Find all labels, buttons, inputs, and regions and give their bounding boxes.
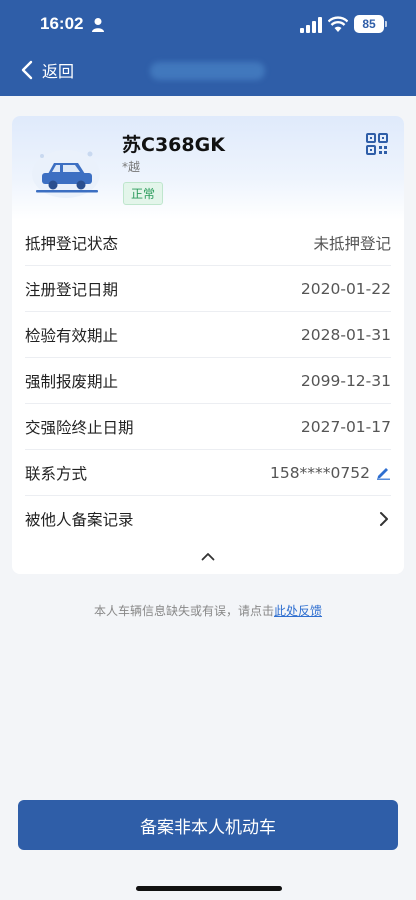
row-label: 被他人备案记录: [25, 511, 134, 529]
row-inspection-expiry: 检验有效期止 2028-01-31: [25, 312, 391, 358]
row-label: 抵押登记状态: [25, 234, 119, 253]
row-label: 联系方式: [25, 464, 88, 483]
edit-pen-icon[interactable]: [376, 465, 391, 480]
top-bar: 16:02 85 返回: [0, 0, 416, 96]
row-label: 强制报废期止: [25, 372, 119, 391]
status-time: 16:02: [40, 14, 84, 33]
collapse-toggle[interactable]: [12, 542, 404, 570]
back-button[interactable]: 返回: [20, 56, 74, 84]
vehicle-card: 苏C368GK *越 正常 抵押登记状态 未抵押登记 注册登记日期 2020-0…: [12, 116, 404, 574]
qr-code-icon[interactable]: [366, 133, 388, 155]
wifi-icon: [328, 16, 348, 32]
row-label: 注册登记日期: [25, 280, 119, 299]
status-badge: 正常: [123, 182, 164, 205]
row-value: 2027-01-17: [300, 417, 391, 436]
row-mortgage-status: 抵押登记状态 未抵押登记: [25, 220, 391, 266]
row-scrap-deadline: 强制报废期止 2099-12-31: [25, 358, 391, 404]
register-other-vehicle-button[interactable]: 备案非本人机动车: [18, 800, 398, 850]
car-illustration-icon: [32, 150, 100, 198]
feedback-link[interactable]: 此处反馈: [274, 604, 322, 618]
chevron-up-icon: [201, 552, 215, 560]
row-others-records[interactable]: 被他人备案记录: [25, 496, 391, 542]
back-label: 返回: [42, 62, 75, 81]
row-label: 交强险终止日期: [25, 418, 134, 437]
row-value: 2020-01-22: [300, 279, 391, 298]
signal-icon: [300, 17, 322, 33]
feedback-note: 本人车辆信息缺失或有误，请点击此处反馈: [0, 602, 416, 619]
blurred-title: [150, 62, 265, 80]
row-registration-date: 注册登记日期 2020-01-22: [25, 266, 391, 312]
person-icon: [92, 18, 104, 32]
row-label: 检验有效期止: [25, 326, 119, 345]
chevron-right-icon: [380, 512, 388, 526]
row-insurance-end: 交强险终止日期 2027-01-17: [25, 404, 391, 450]
row-contact[interactable]: 联系方式 158****0752: [25, 450, 391, 496]
feedback-text: 本人车辆信息缺失或有误，请点击: [93, 604, 274, 618]
phone-number: 158****0752: [269, 463, 370, 482]
battery-indicator: 85: [354, 15, 387, 33]
row-value: 未抵押登记: [313, 234, 391, 253]
status-bar: 16:02 85: [0, 14, 416, 38]
plate-number: 苏C368GK: [122, 134, 225, 156]
contact-value: 158****0752: [270, 464, 391, 482]
vehicle-header: 苏C368GK *越 正常: [12, 116, 404, 220]
home-indicator: [136, 886, 282, 891]
chevron-left-icon: [21, 60, 33, 80]
row-value: 2099-12-31: [300, 371, 391, 390]
row-value: 2028-01-31: [300, 325, 391, 344]
vehicle-sub-label: *越: [122, 160, 141, 174]
